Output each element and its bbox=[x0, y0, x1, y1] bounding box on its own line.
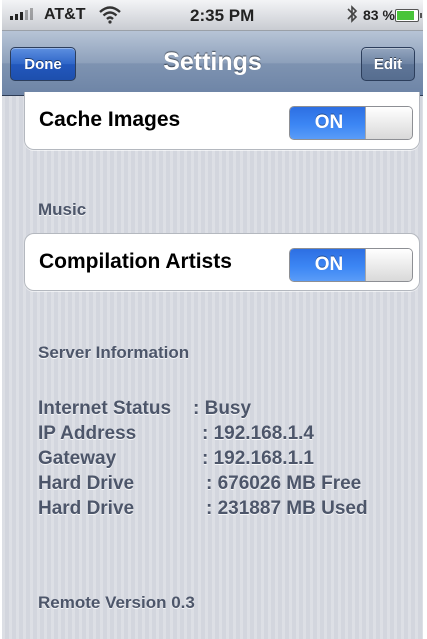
signal-bars-icon bbox=[10, 8, 33, 20]
compilation-artists-cell: Compilation Artists ON bbox=[24, 233, 420, 291]
wifi-icon bbox=[99, 6, 121, 24]
switch-knob[interactable] bbox=[365, 107, 412, 139]
info-label: Hard Drive bbox=[38, 498, 135, 519]
info-label: IP Address bbox=[38, 423, 137, 444]
compilation-artists-label: Compilation Artists bbox=[39, 250, 232, 273]
info-label: Gateway bbox=[38, 448, 117, 469]
info-value: : 192.168.1.4 bbox=[202, 423, 314, 444]
info-value: : 676026 MB Free bbox=[206, 473, 362, 494]
navigation-bar: Done Settings Edit bbox=[2, 31, 423, 96]
music-section-header: Music bbox=[38, 200, 87, 219]
carrier-name: AT&T bbox=[44, 6, 86, 23]
info-value: : 231887 MB Used bbox=[206, 498, 368, 519]
page-title: Settings bbox=[163, 48, 262, 76]
iphone-screen: AT&T 2:35 PM 83 % Done Settings Edit Cac… bbox=[2, 0, 423, 639]
bluetooth-icon bbox=[347, 5, 358, 23]
info-label: Internet Status bbox=[38, 398, 172, 419]
info-label: Hard Drive bbox=[38, 473, 135, 494]
compilation-artists-switch[interactable]: ON bbox=[289, 248, 413, 282]
switch-on-label: ON bbox=[290, 107, 368, 139]
server-information-header: Server Information bbox=[38, 343, 190, 362]
cache-images-label: Cache Images bbox=[39, 108, 181, 131]
remote-version-label: Remote Version 0.3 bbox=[38, 593, 195, 612]
edit-button[interactable]: Edit bbox=[361, 47, 415, 81]
battery-icon bbox=[395, 9, 422, 22]
status-bar: AT&T 2:35 PM 83 % bbox=[2, 0, 423, 31]
switch-knob[interactable] bbox=[365, 249, 412, 281]
battery-percent: 83 % bbox=[363, 7, 395, 23]
cache-images-switch[interactable]: ON bbox=[289, 106, 413, 140]
info-value: : 192.168.1.1 bbox=[202, 448, 314, 469]
cache-images-cell: Cache Images ON bbox=[24, 92, 420, 150]
info-value: : Busy bbox=[193, 398, 252, 419]
switch-on-label: ON bbox=[290, 249, 368, 281]
status-time: 2:35 PM bbox=[190, 6, 255, 25]
